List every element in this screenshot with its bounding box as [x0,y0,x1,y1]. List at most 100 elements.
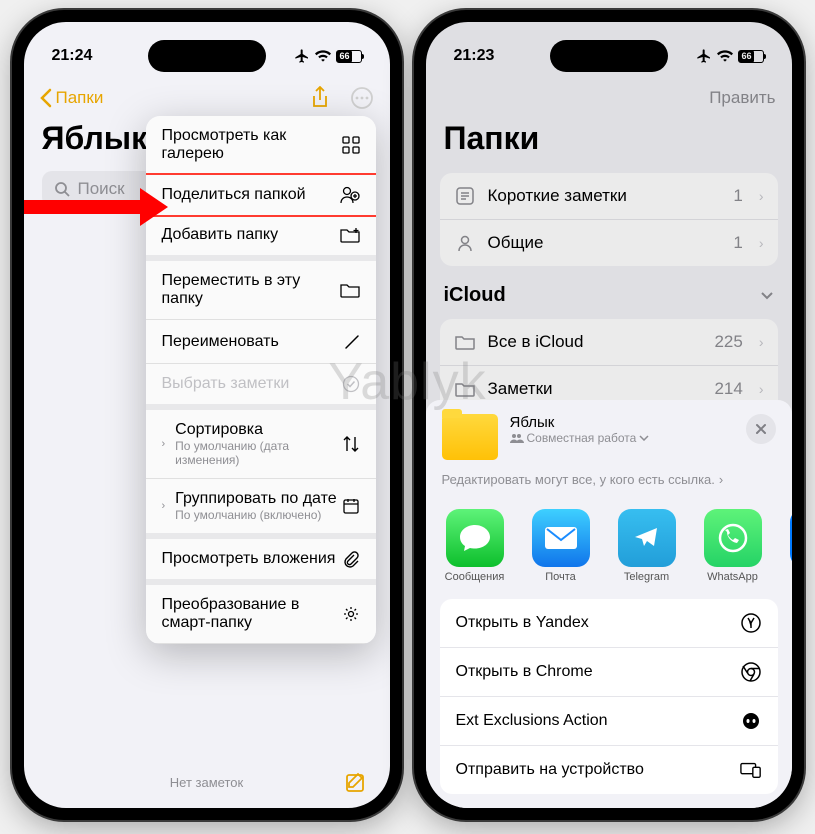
share-apps-row: Сообщения Почта Telegram WhatsApp [426,501,792,599]
share-header: Яблык Совместная работа [426,414,792,472]
calendar-icon [342,497,360,515]
footer: Нет заметок [24,770,390,794]
people-icon [510,433,524,443]
dynamic-island [148,40,266,72]
menu-sort[interactable]: › Сортировка По умолчанию (дата изменени… [146,410,376,479]
chevron-right-icon: › [759,334,764,350]
folder-plus-icon [340,227,360,243]
sort-icon [342,435,360,453]
menu-add-folder[interactable]: Добавить папку [146,215,376,261]
menu-group-by-date[interactable]: › Группировать по дате По умолчанию (вкл… [146,479,376,539]
quick-notes-list: Короткие заметки 1 › Общие 1 › [440,173,778,266]
yandex-icon [740,612,762,634]
right-screen: 21:23 66 Править Папки Короткие заметки … [426,22,792,808]
status-icons: 66 [294,48,362,64]
pencil-icon [344,334,360,350]
shared-icon [454,232,476,254]
menu-move-to[interactable]: Переместить в эту папку [146,261,376,320]
action-send-to-device[interactable]: Отправить на устройство [440,746,778,794]
share-subtitle[interactable]: Совместная работа [510,431,734,445]
menu-smart-folder[interactable]: Преобразование в смарт-папку [146,585,376,644]
chevron-down-icon [760,291,774,301]
back-label: Папки [56,88,104,108]
folder-thumbnail-icon [442,414,498,460]
menu-gallery[interactable]: Просмотреть как галерею [146,116,376,175]
callout-arrow [24,200,144,214]
more-icon[interactable] [350,86,374,110]
share-icon[interactable] [310,86,330,110]
action-ext-exclusions[interactable]: Ext Exclusions Action [440,697,778,746]
airplane-icon [294,48,310,64]
action-yandex[interactable]: Открыть в Yandex [440,599,778,648]
chevron-right-icon: › [759,381,764,397]
chevron-right-icon: › [719,472,723,487]
folder-icon [454,331,476,353]
menu-share-folder[interactable]: Поделиться папкой [146,173,376,217]
app-telegram[interactable]: Telegram [606,509,688,583]
chevron-right-icon: › [162,438,166,450]
menu-rename[interactable]: Переименовать [146,320,376,364]
chevron-right-icon: › [759,235,764,251]
footer-text: Нет заметок [70,775,344,790]
person-add-icon [340,186,360,204]
context-menu: Просмотреть как галерею Поделиться папко… [146,116,376,644]
share-description[interactable]: Редактировать могут все, у кого есть ссы… [426,472,792,501]
menu-attachments[interactable]: Просмотреть вложения [146,539,376,585]
left-phone-frame: 21:24 66 Папки Яблык Поиск [12,10,402,820]
edit-button[interactable]: Править [709,88,775,108]
paperclip-icon [342,550,360,568]
dynamic-island [550,40,668,72]
nav-bar: Править [426,76,792,120]
app-messages[interactable]: Сообщения [434,509,516,583]
chevron-left-icon [40,88,52,108]
search-icon [54,181,70,197]
close-button[interactable] [746,414,776,444]
page-header: Папки [426,120,792,165]
chevron-down-icon [639,435,649,441]
telegram-icon [618,509,676,567]
share-actions-list: Открыть в Yandex Открыть в Chrome Ext Ex… [440,599,778,794]
wifi-icon [717,50,733,62]
folder-icon [454,378,476,400]
status-icons: 66 [696,48,764,64]
battery-icon: 66 [336,50,362,63]
gear-icon [342,605,360,623]
app-more[interactable] [778,509,792,583]
status-time: 21:24 [52,47,93,65]
right-phone-frame: 21:23 66 Править Папки Короткие заметки … [414,10,804,820]
app-mail[interactable]: Почта [520,509,602,583]
back-button[interactable]: Папки [40,88,104,108]
mail-icon [532,509,590,567]
menu-select-notes: Выбрать заметки [146,364,376,410]
list-item[interactable]: Все в iCloud 225 › [440,319,778,366]
checkmark-circle-icon [342,375,360,393]
app-partial-icon [790,509,792,567]
folder-icon [340,282,360,298]
quick-note-icon [454,185,476,207]
close-icon [755,423,767,435]
icloud-header[interactable]: iCloud [426,266,792,311]
chrome-icon [740,661,762,683]
share-sheet: Яблык Совместная работа Редактировать мо… [426,400,792,808]
list-item[interactable]: Общие 1 › [440,220,778,266]
status-time: 21:23 [454,47,495,65]
battery-icon: 66 [738,50,764,63]
nav-right [310,86,374,110]
ninja-icon [740,710,762,732]
airplane-icon [696,48,712,64]
share-title: Яблык [510,414,734,431]
gallery-icon [342,136,360,154]
page-title: Папки [444,120,774,157]
wifi-icon [315,50,331,62]
devices-icon [740,759,762,781]
compose-icon[interactable] [344,770,368,794]
search-placeholder: Поиск [78,179,125,199]
chevron-right-icon: › [162,500,166,512]
messages-icon [446,509,504,567]
action-chrome[interactable]: Открыть в Chrome [440,648,778,697]
nav-bar: Папки [24,76,390,120]
app-whatsapp[interactable]: WhatsApp [692,509,774,583]
whatsapp-icon [704,509,762,567]
list-item[interactable]: Короткие заметки 1 › [440,173,778,220]
chevron-right-icon: › [759,188,764,204]
